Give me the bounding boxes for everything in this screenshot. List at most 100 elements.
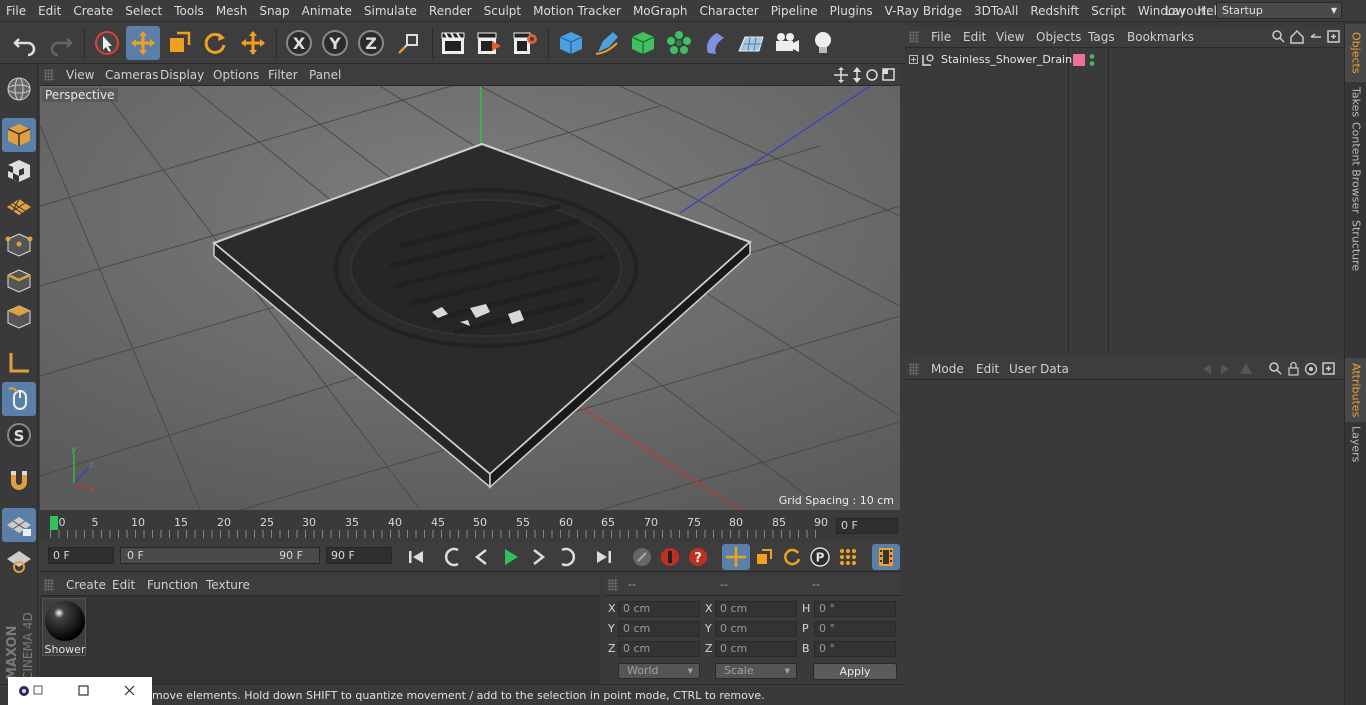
target-icon[interactable] [1304,362,1318,376]
add-floor-button[interactable] [734,26,768,60]
previous-frame-button[interactable] [468,544,496,570]
preview-range-slider[interactable]: 0 F 90 F [120,547,320,564]
edges-mode-button[interactable] [2,264,36,298]
search-icon[interactable] [1272,30,1285,43]
play-forward-button[interactable] [496,544,524,570]
menu-sculpt[interactable]: Sculpt [478,0,527,22]
close-icon[interactable] [124,685,135,696]
workplane-lock-button[interactable] [2,508,36,542]
viewport-menu-display[interactable]: Display [160,64,204,86]
tab-content-browser[interactable]: Content Browser [1345,122,1366,214]
back-icon[interactable] [1310,33,1321,38]
coordinate-system-button[interactable] [392,26,426,60]
tab-structure[interactable]: Structure [1345,218,1366,274]
position-x-field[interactable]: 0 cm [618,601,700,617]
render-view-button[interactable] [436,26,470,60]
timeline-ticks[interactable]: 0 5 10 15 20 25 30 35 40 45 50 55 60 65 … [50,516,830,538]
viewport-camera-label[interactable]: Perspective [42,88,118,102]
move-tool-button[interactable] [126,26,160,60]
next-key-button[interactable] [552,544,580,570]
maximize-icon[interactable] [78,685,89,696]
panel-grip-icon[interactable] [44,69,54,81]
om-menu-objects[interactable]: Objects [1036,26,1081,48]
record-active-objects-button[interactable] [628,544,656,570]
recent-tool-button[interactable] [236,26,270,60]
render-to-picture-viewer-button[interactable] [472,26,506,60]
add-cloner-button[interactable] [662,26,696,60]
viewport-menu-options[interactable]: Options [213,64,259,86]
expand-icon[interactable] [909,55,918,64]
live-selection-button[interactable] [90,26,124,60]
object-tag-swatch[interactable] [1073,54,1085,66]
material-swatch[interactable]: Shower [42,598,86,656]
tab-layers[interactable]: Layers [1345,424,1366,464]
perspective-viewport[interactable]: y z x Perspective Grid Spacing : 10 cm [40,86,900,510]
size-z-field[interactable]: 0 cm [715,641,797,657]
apply-button[interactable]: Apply [813,663,897,680]
tab-objects[interactable]: Objects [1345,24,1366,82]
back-arrow-icon[interactable] [1203,364,1211,374]
points-mode-button[interactable] [2,228,36,262]
app-icon[interactable] [19,685,43,696]
menu-mesh[interactable]: Mesh [210,0,254,22]
workplane-mode-button[interactable] [2,190,36,224]
om-menu-view[interactable]: View [996,26,1024,48]
menu-edit[interactable]: Edit [32,0,67,22]
menu-render[interactable]: Render [423,0,478,22]
previous-key-button[interactable] [440,544,468,570]
polygons-mode-button[interactable] [2,300,36,334]
om-menu-edit[interactable]: Edit [963,26,986,48]
x-axis-lock-button[interactable]: X [282,26,316,60]
menu-select[interactable]: Select [119,0,168,22]
render-settings-button[interactable] [508,26,542,60]
add-camera-button[interactable] [770,26,804,60]
add-light-button[interactable] [806,26,840,60]
undo-button[interactable] [8,26,42,60]
add-subdivision-button[interactable] [626,26,660,60]
scale-tool-button[interactable] [162,26,196,60]
rotation-h-field[interactable]: 0 ° [814,601,896,617]
orbit-icon[interactable] [866,69,878,81]
playhead-marker[interactable] [50,516,58,530]
menu-3dtoall[interactable]: 3DToAll [968,0,1024,22]
add-spline-pen-button[interactable] [590,26,624,60]
om-menu-file[interactable]: File [931,26,951,48]
key-rotation-button[interactable] [778,544,806,570]
go-to-end-button[interactable] [590,544,618,570]
size-y-field[interactable]: 0 cm [715,621,797,637]
autokeying-button[interactable] [656,544,684,570]
tweak-mode-button[interactable] [2,382,36,416]
attr-menu-mode[interactable]: Mode [931,358,964,380]
material-menu-edit[interactable]: Edit [112,574,135,596]
rotation-b-field[interactable]: 0 ° [814,641,896,657]
dolly-icon[interactable] [853,67,861,83]
search-icon[interactable] [1269,362,1282,375]
timeline-scheme-button[interactable] [872,544,900,570]
key-position-button[interactable] [722,544,750,570]
key-point-level-button[interactable] [834,544,862,570]
viewport-menu-filter[interactable]: Filter [268,64,298,86]
key-scale-button[interactable] [750,544,778,570]
menu-character[interactable]: Character [693,0,764,22]
add-deformer-button[interactable] [698,26,732,60]
attr-menu-edit[interactable]: Edit [976,358,999,380]
panel-grip-icon[interactable] [608,579,618,591]
make-editable-button[interactable] [2,72,36,106]
menu-script[interactable]: Script [1085,0,1132,22]
maximize-panel-icon[interactable] [882,68,895,81]
viewport-menu-view[interactable]: View [66,64,94,86]
viewport-menu-cameras[interactable]: Cameras [105,64,158,86]
next-frame-button[interactable] [524,544,552,570]
add-cube-button[interactable] [554,26,588,60]
tab-takes[interactable]: Takes [1345,84,1366,120]
panel-grip-icon[interactable] [909,31,919,43]
attr-menu-user-data[interactable]: User Data [1009,358,1069,380]
panel-grip-icon[interactable] [44,579,54,591]
start-frame-field[interactable]: 0 F [48,547,114,564]
new-view-icon[interactable] [1322,362,1335,375]
menu-simulate[interactable]: Simulate [358,0,423,22]
keyframe-selection-button[interactable]: ? [684,544,712,570]
object-name[interactable]: Stainless_Shower_Drain [941,51,1072,69]
key-parameter-button[interactable]: P [806,544,834,570]
material-menu-create[interactable]: Create [66,574,106,596]
